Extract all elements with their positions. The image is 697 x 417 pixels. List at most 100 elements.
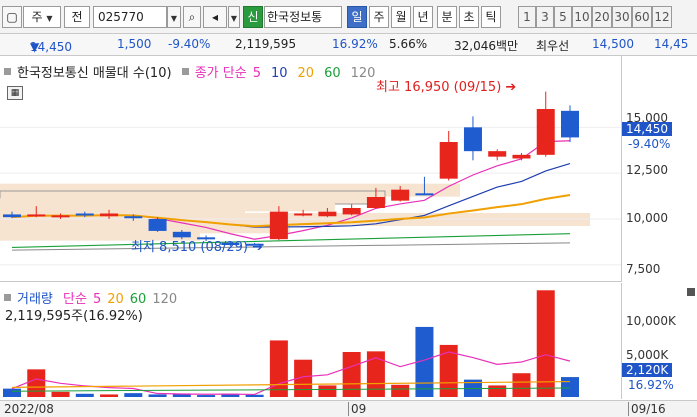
period-tab-1[interactable]: 주 [369,6,389,28]
minute-option-1[interactable]: 3 [536,6,554,28]
ma120-line [11,242,571,251]
legend-square-icon [4,294,11,301]
candle-body [463,127,482,152]
candle-body [51,215,70,218]
current-price-tag: 14,450 [622,122,672,136]
price-chart[interactable] [0,56,621,282]
period-tab-6[interactable]: 틱 [481,6,501,28]
price-legend: 한국정보통신 매물대 수(10) 종가 단순 5 10 20 60 120 [4,62,381,81]
minute-option-0[interactable]: 1 [518,6,536,28]
candle-body [148,219,167,231]
table-icon[interactable]: ▦ [7,86,23,100]
trade-value: 32,046백만 [454,39,519,53]
candle-body [3,214,21,218]
candle [488,149,507,161]
window-icon[interactable]: ▢ [2,6,22,28]
candle-body [439,142,458,179]
minute-option-3[interactable]: 10 [572,6,592,28]
low-label: 최저 8,510 (08/29) ➔ [131,240,264,255]
period-tab-3[interactable]: 년 [413,6,433,28]
volume-value-label: 2,119,595주(16.92%) [5,309,143,324]
date-mid: 09 [348,402,366,416]
volume-bar [561,377,579,397]
high-label: 최고 16,950 (09/15) ➔ [376,80,517,95]
period-tab-4[interactable]: 분 [437,6,457,28]
candle [439,131,458,181]
ma-60: 60 [324,66,341,81]
best-ask: 14,500 [592,37,634,51]
price-tick: 12,500 [626,163,668,177]
period-tab-5[interactable]: 초 [459,6,479,28]
period-type-select[interactable]: 주 ▼ [23,6,61,28]
chevron-down-icon: ▼ [170,14,178,23]
volume-bar [269,340,288,397]
price-change: 1,500 [117,37,152,51]
ma-5: 5 [252,66,261,81]
arrow-right-icon: ➔ [505,80,517,95]
minute-option-7[interactable]: 12 [652,6,672,28]
candle-body [561,110,579,138]
volume-tick: 10,000K [626,314,676,328]
price-chart-panel[interactable]: 한국정보통신 매물대 수(10) 종가 단순 5 10 20 60 120 ▦ 최고 16… [0,56,697,282]
candle [342,204,361,216]
volume-chart-panel[interactable]: 거래량 단순 5 20 60 120 2,119,595주(16.92%) 10,000… [0,283,697,399]
volume-bar [318,385,337,397]
volume-bar [124,393,143,397]
candle-body [391,189,410,201]
candle-body [342,208,361,215]
stock-name: 한국정보통 [264,6,342,28]
volume-ma20-line [11,380,571,388]
volume-bar [148,394,167,397]
candle [536,91,555,157]
candle-body [488,151,507,157]
volume-bar [197,395,216,397]
candle [148,217,167,232]
date-left: 2022/08 [4,402,54,416]
minute-option-6[interactable]: 60 [632,6,652,28]
quote-bar: 14,450 ▼ 1,500 -9.40% 2,119,595 16.92% 5… [0,34,697,56]
new-badge: 신 [243,6,263,28]
candle-body [100,213,119,217]
stock-code-input[interactable]: 025770 [93,6,167,28]
volume-value: 2,119,595 [235,37,297,51]
chevron-down-icon: ▼ [230,14,238,23]
candle [463,116,482,161]
best-bid: 14,45 [654,37,689,51]
code-dropdown[interactable]: ▼ [167,6,181,28]
minute-option-4[interactable]: 20 [592,6,612,28]
best-ask-label: 최우선 [536,39,570,53]
price-tick: 7,500 [626,262,661,276]
candle-body [124,216,143,219]
ma-120: 120 [350,66,376,81]
candle-body [415,193,434,196]
volume-pct-tag: 16.92% [628,378,674,392]
legend-name: 한국정보통신 매물대 수(10) [17,66,172,81]
down-arrow-icon: ▼ [30,40,40,54]
ma-20: 20 [297,66,315,81]
minute-option-2[interactable]: 5 [554,6,572,28]
search-button[interactable]: ⌕ [183,6,201,28]
volume-tick: 5,000K [626,348,669,362]
date-axis: 2022/08 09 09/16 [0,400,697,417]
price-tick: 10,000 [626,211,668,225]
vol-ma-120: 120 [152,292,178,307]
volume-bar [27,369,46,397]
arrow-right-icon: ➔ [252,240,264,255]
sound-dropdown[interactable]: ▼ [228,6,240,28]
legend-square-icon [4,68,11,75]
prev-button[interactable]: 전 [64,6,90,28]
legend-square-icon [181,68,189,75]
period-tab-0[interactable]: 일 [347,6,367,28]
candle-body [318,211,337,217]
sound-button[interactable]: ◂ [203,6,227,28]
ma-10: 10 [270,66,288,81]
candle-body [75,213,94,216]
volume-ma60-line [11,387,571,392]
period-tab-2[interactable]: 월 [391,6,411,28]
candle-body [27,214,46,217]
minute-option-5[interactable]: 30 [612,6,632,28]
volume-bar [488,385,507,397]
candle-body [269,211,288,240]
date-right: 09/16 [628,402,666,416]
panel-close-icon[interactable] [687,288,695,296]
